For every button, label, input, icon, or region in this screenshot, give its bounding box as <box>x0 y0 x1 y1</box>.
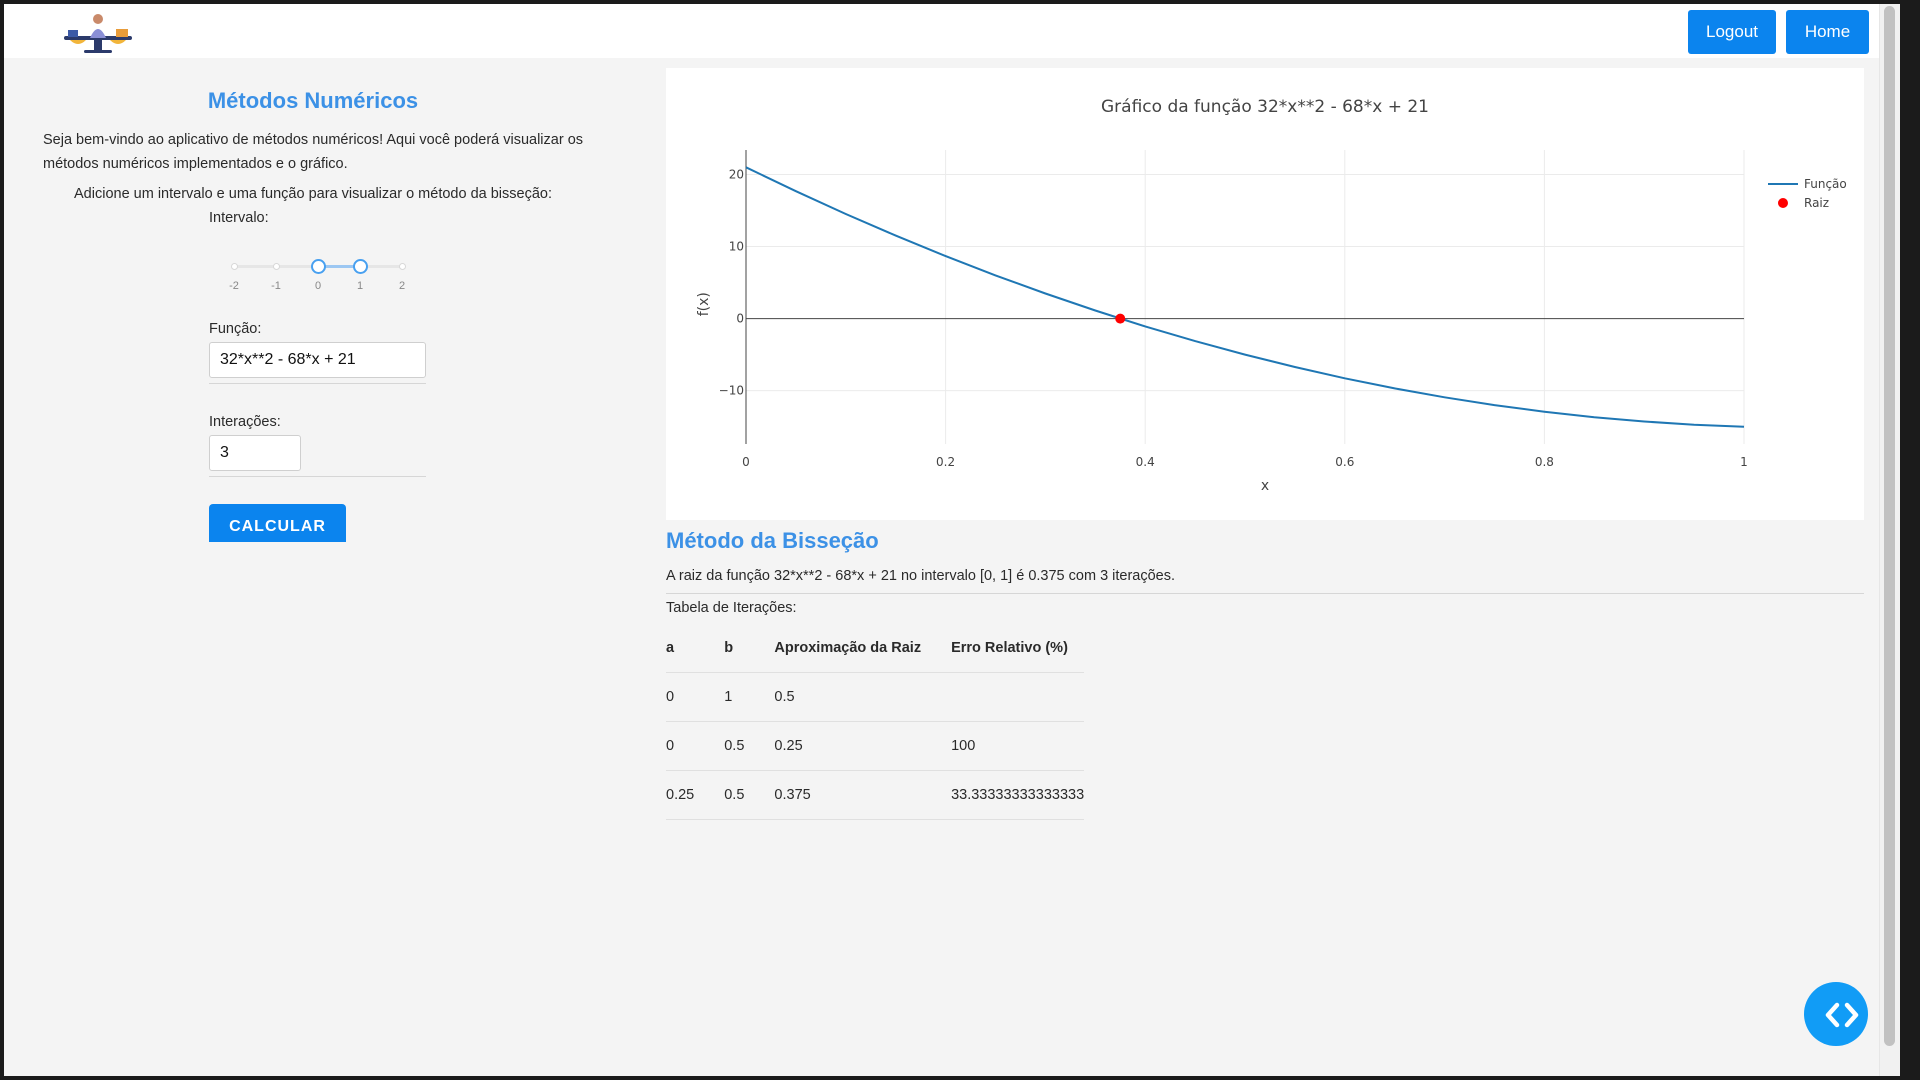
x-tick-label: 1 <box>1740 455 1748 469</box>
x-tick-label: 0.2 <box>936 455 955 469</box>
slider-mark-label: -1 <box>271 280 281 292</box>
column-header-a: a <box>666 624 725 673</box>
slider-handle-min[interactable] <box>310 259 326 274</box>
result-summary: A raiz da função 32*x**2 - 68*x + 21 no … <box>666 568 1176 584</box>
column-header-relative-error: Erro Relativo (%) <box>951 624 1085 673</box>
scrollbar-thumb[interactable] <box>1884 6 1895 1046</box>
cell-relative-error <box>951 672 1085 722</box>
column-header-approximation: Aproximação da Raiz <box>774 624 952 673</box>
y-tick-label: 20 <box>729 168 744 182</box>
x-axis-title: x <box>1261 478 1269 494</box>
code-toggle-button[interactable] <box>1804 982 1868 1046</box>
code-brackets-icon <box>1825 1002 1859 1028</box>
iterations-input-underline <box>209 476 426 477</box>
divider <box>666 593 1864 594</box>
function-label: Função: <box>209 321 262 337</box>
cell-a: 0 <box>666 672 725 722</box>
x-tick-label: 0.4 <box>1136 455 1155 469</box>
slider-handle-max[interactable] <box>352 259 368 274</box>
home-button[interactable]: Home <box>1786 10 1869 54</box>
slider-mark-label: -2 <box>229 280 239 292</box>
vertical-scrollbar[interactable] <box>1879 4 1900 1076</box>
iterations-table: a b Aproximação da Raiz Erro Relativo (%… <box>666 624 1085 820</box>
iterations-label: Interações: <box>209 414 281 430</box>
instruction-text: Adicione um intervalo e uma função para … <box>74 186 552 202</box>
interval-range-slider[interactable]: -2 -1 0 1 2 <box>226 254 410 296</box>
calculate-button[interactable]: CALCULAR <box>209 504 346 542</box>
x-tick-label: 0.8 <box>1535 455 1554 469</box>
cell-approximation: 0.375 <box>774 770 952 820</box>
table-header-row: a b Aproximação da Raiz Erro Relativo (%… <box>666 624 1085 673</box>
welcome-text: Seja bem-vindo ao aplicativo de métodos … <box>43 132 584 172</box>
slider-step-dot <box>230 263 238 270</box>
root-point <box>1115 313 1126 324</box>
legend-label-root: Raiz <box>1804 196 1829 210</box>
y-tick-label: 10 <box>729 240 744 254</box>
chart-card: Gráfico da função 32*x**2 - 68*x + 21 0 0.… <box>666 68 1864 520</box>
cell-b: 0.5 <box>724 770 775 820</box>
controls-panel: Métodos Numéricos Seja bem-vindo ao apli… <box>4 58 642 1076</box>
table-row: 0 1 0.5 <box>666 672 1085 722</box>
cell-relative-error: 33.33333333333333 <box>951 770 1085 820</box>
x-tick-label: 0 <box>742 455 750 469</box>
navbar: Logout Home <box>4 4 1880 58</box>
y-axis-title: f(x) <box>696 292 712 316</box>
slider-mark-label: 2 <box>398 280 406 292</box>
x-tick-label: 0.6 <box>1335 455 1354 469</box>
bisection-title: Método da Bisseção <box>666 528 879 553</box>
y-tick-label: 0 <box>736 312 744 326</box>
cell-relative-error: 100 <box>951 721 1085 771</box>
iterations-table-label: Tabela de Iterações: <box>666 600 797 616</box>
interval-label: Intervalo: <box>209 210 269 226</box>
cell-a: 0.25 <box>666 770 725 820</box>
cell-approximation: 0.25 <box>774 721 952 771</box>
slider-mark-label: 0 <box>314 280 322 292</box>
legend-label-function: Função <box>1804 177 1847 191</box>
function-input[interactable] <box>209 342 426 378</box>
slider-mark-label: 1 <box>356 280 364 292</box>
cell-a: 0 <box>666 721 725 771</box>
y-tick-label: −10 <box>719 384 744 398</box>
chart-title: Gráfico da função 32*x**2 - 68*x + 21 <box>1101 97 1429 117</box>
iterations-input[interactable] <box>209 435 301 471</box>
legend-point-swatch <box>1778 198 1788 208</box>
function-chart[interactable]: Gráfico da função 32*x**2 - 68*x + 21 0 0.… <box>666 68 1864 520</box>
app-title: Métodos Numéricos <box>207 88 419 113</box>
balance-scale-logo-icon[interactable] <box>60 10 136 54</box>
cell-b: 0.5 <box>724 721 775 771</box>
slider-step-dot <box>272 263 280 270</box>
table-row: 0.25 0.5 0.375 33.33333333333333 <box>666 770 1085 820</box>
slider-step-dot <box>398 263 406 270</box>
results-panel: Gráfico da função 32*x**2 - 68*x + 21 0 0.… <box>642 58 1880 1076</box>
function-input-underline <box>209 383 426 384</box>
function-series-line <box>745 166 1745 428</box>
cell-b: 1 <box>724 672 775 722</box>
logout-button[interactable]: Logout <box>1688 10 1776 54</box>
cell-approximation: 0.5 <box>774 672 952 722</box>
table-row: 0 0.5 0.25 100 <box>666 721 1085 771</box>
column-header-b: b <box>724 624 775 673</box>
browser-viewport: Logout Home Métodos Numéricos Seja bem-v… <box>4 4 1900 1076</box>
